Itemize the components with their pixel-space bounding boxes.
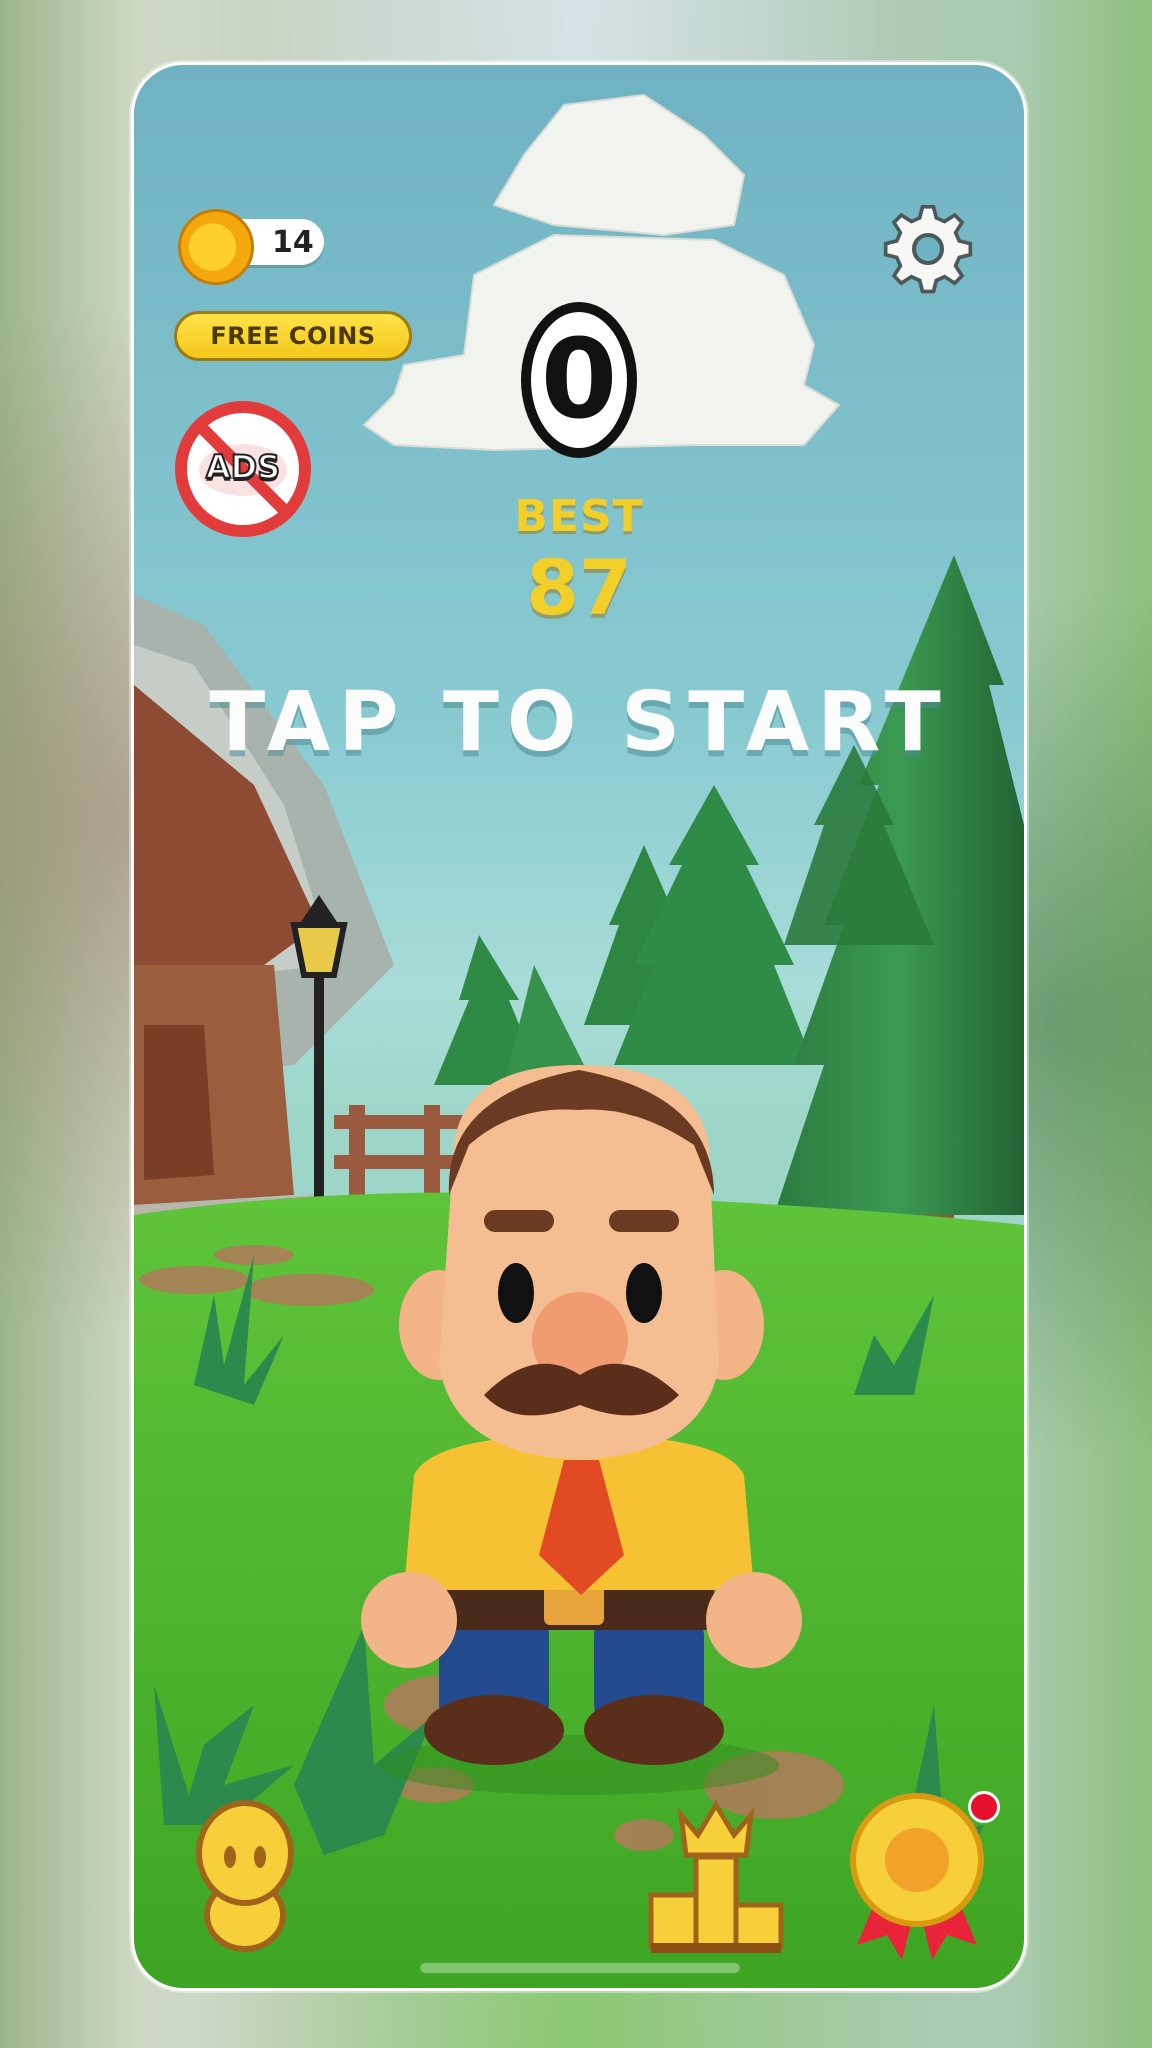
best-label: BEST — [514, 491, 644, 542]
leaderboard-button[interactable] — [646, 1795, 786, 1955]
character-icon — [196, 1800, 294, 1952]
achievements-button[interactable] — [842, 1785, 1000, 1965]
distant-trees — [434, 785, 814, 1085]
tap-to-start-prompt[interactable]: TAP TO START — [134, 675, 1024, 770]
free-coins-button[interactable]: FREE COINS — [174, 311, 412, 361]
home-indicator — [420, 1963, 740, 1973]
best-value: 87 — [526, 543, 632, 632]
game-screen[interactable]: 14 FREE COINS ADS 0 BEST 87 TAP TO START — [131, 62, 1027, 1991]
coin-icon — [178, 209, 254, 285]
score-value: 0 — [541, 315, 618, 443]
podium-crown-icon — [648, 1800, 784, 1953]
coin-count: 14 — [272, 225, 314, 260]
notification-dot — [968, 1791, 1000, 1823]
coin-counter: 14 — [178, 209, 326, 285]
gear-icon — [883, 205, 973, 294]
settings-button[interactable] — [882, 205, 974, 297]
no-ads-label: ADS — [205, 447, 281, 487]
character-select-button[interactable] — [190, 1795, 300, 1965]
score-display: 0 — [521, 302, 637, 458]
